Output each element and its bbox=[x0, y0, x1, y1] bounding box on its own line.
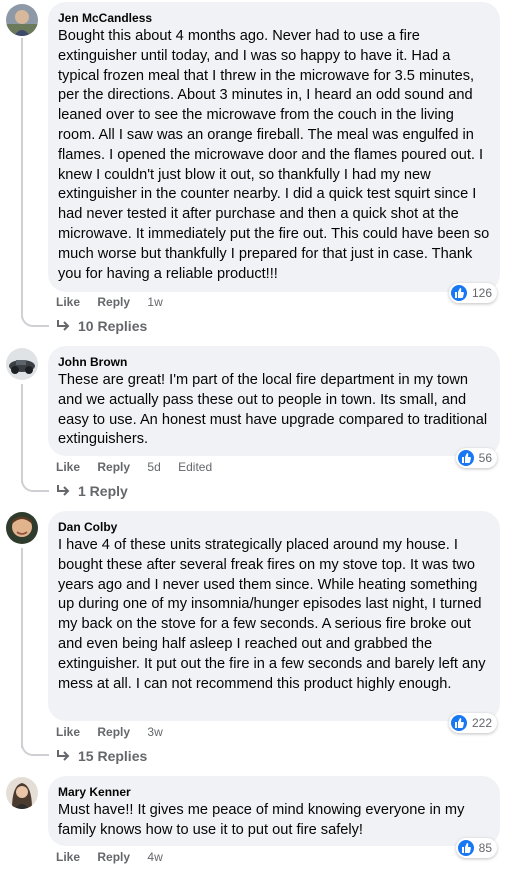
reply-button[interactable]: Reply bbox=[97, 850, 130, 864]
view-replies-button[interactable]: 15 Replies bbox=[56, 747, 147, 765]
comment-bubble: Mary Kenner Must have!! It gives me peac… bbox=[48, 776, 500, 846]
thread-line bbox=[21, 548, 23, 748]
comment-text: Must have!! It gives me peace of mind kn… bbox=[58, 802, 465, 838]
avatar[interactable] bbox=[6, 4, 38, 36]
like-button[interactable]: Like bbox=[56, 725, 80, 739]
thumbs-up-icon bbox=[450, 285, 467, 301]
reply-button[interactable]: Reply bbox=[97, 295, 130, 309]
view-replies-button[interactable]: 1 Reply bbox=[56, 482, 128, 500]
replies-label: 15 Replies bbox=[78, 748, 148, 764]
reply-button[interactable]: Reply bbox=[97, 725, 130, 739]
comment-text: Bought this about 4 months ago. Never ha… bbox=[58, 28, 490, 282]
reply-arrow-icon bbox=[56, 320, 70, 332]
comment-author[interactable]: John Brown bbox=[58, 354, 490, 370]
reaction-count[interactable]: 126 bbox=[448, 283, 497, 303]
reaction-count-value: 56 bbox=[478, 451, 492, 465]
reaction-count-value: 126 bbox=[471, 286, 492, 300]
like-button[interactable]: Like bbox=[56, 295, 80, 309]
comment-actions: Like Reply 5d Edited bbox=[56, 459, 226, 475]
thumbs-up-icon bbox=[450, 715, 467, 731]
reaction-count[interactable]: 85 bbox=[455, 838, 497, 858]
comment-bubble: Dan Colby I have 4 of these units strate… bbox=[48, 511, 500, 721]
thread-connector bbox=[21, 478, 49, 492]
comment-bubble: Jen McCandless Bought this about 4 month… bbox=[48, 2, 500, 292]
replies-label: 1 Reply bbox=[78, 483, 128, 499]
avatar[interactable] bbox=[6, 348, 38, 380]
thumbs-up-icon bbox=[457, 450, 474, 466]
reaction-count-value: 85 bbox=[478, 841, 492, 855]
replies-label: 10 Replies bbox=[78, 318, 148, 334]
like-button[interactable]: Like bbox=[56, 850, 80, 864]
avatar[interactable] bbox=[6, 777, 38, 809]
thread-line bbox=[21, 384, 23, 483]
comment-author[interactable]: Dan Colby bbox=[58, 519, 490, 535]
comment-text: These are great! I'm part of the local f… bbox=[58, 372, 488, 448]
edited-label: Edited bbox=[178, 460, 213, 474]
comment-actions: Like Reply 3w bbox=[56, 724, 177, 740]
comment-timestamp[interactable]: 3w bbox=[147, 725, 162, 739]
reaction-count[interactable]: 222 bbox=[448, 713, 497, 733]
comment-timestamp[interactable]: 1w bbox=[147, 295, 162, 309]
reaction-count[interactable]: 56 bbox=[455, 448, 497, 468]
comment-timestamp[interactable]: 4w bbox=[147, 850, 162, 864]
comment-actions: Like Reply 4w bbox=[56, 849, 177, 865]
avatar[interactable] bbox=[6, 512, 38, 544]
comment-bubble: John Brown These are great! I'm part of … bbox=[48, 346, 500, 456]
comment-author[interactable]: Mary Kenner bbox=[58, 784, 490, 800]
reply-arrow-icon bbox=[56, 750, 70, 762]
comment-actions: Like Reply 1w bbox=[56, 294, 177, 310]
view-replies-button[interactable]: 10 Replies bbox=[56, 317, 147, 335]
comment-author[interactable]: Jen McCandless bbox=[58, 10, 490, 26]
thread-connector bbox=[21, 313, 49, 327]
comment-timestamp[interactable]: 5d bbox=[147, 460, 160, 474]
thumbs-up-icon bbox=[457, 840, 474, 856]
like-button[interactable]: Like bbox=[56, 460, 80, 474]
reaction-count-value: 222 bbox=[471, 716, 492, 730]
reply-arrow-icon bbox=[56, 485, 70, 497]
thread-line bbox=[21, 38, 23, 318]
thread-connector bbox=[21, 742, 49, 756]
comment-text: I have 4 of these units strategically pl… bbox=[58, 537, 486, 692]
reply-button[interactable]: Reply bbox=[97, 460, 130, 474]
